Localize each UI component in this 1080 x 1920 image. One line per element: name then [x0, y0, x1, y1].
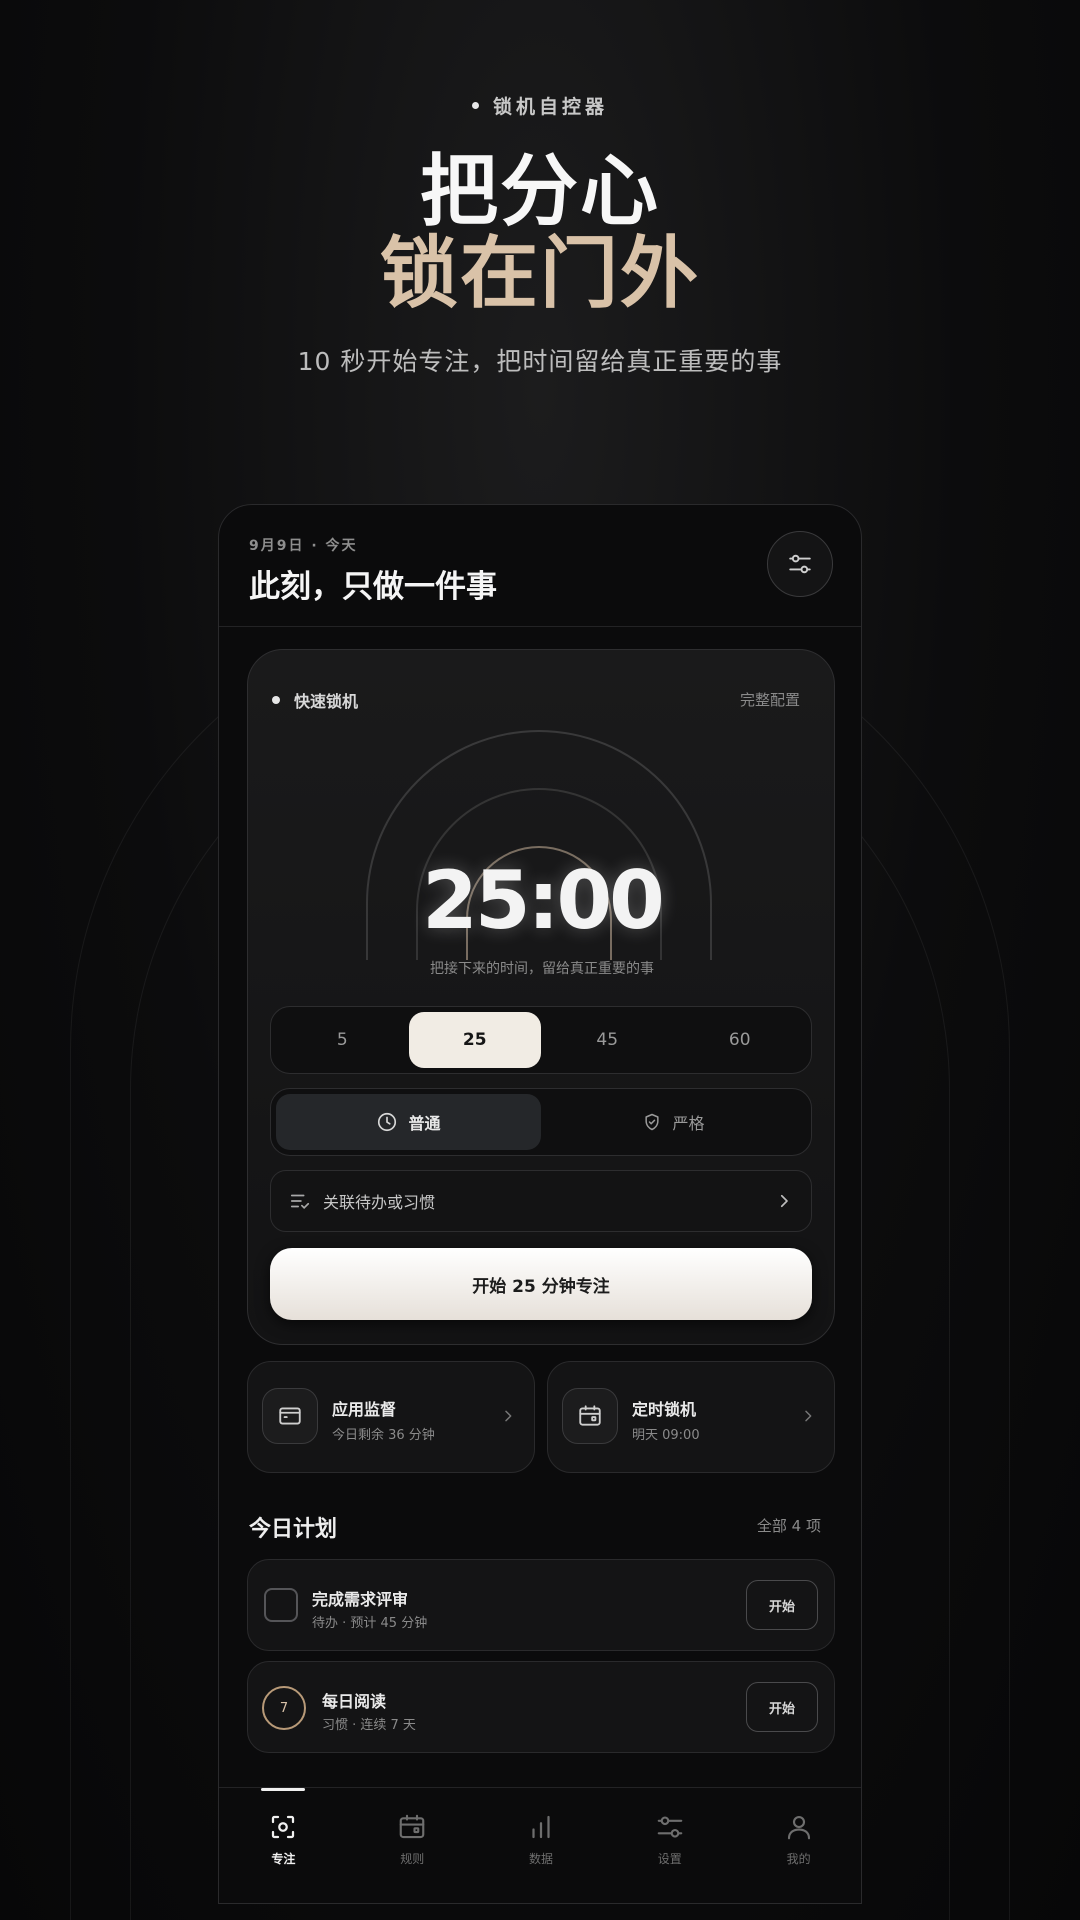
plan-view-all-link[interactable]: 全部 4 项 — [757, 1515, 821, 1536]
hero-badge: 锁机自控器 — [0, 92, 1080, 119]
mode-normal[interactable]: 普通 — [276, 1094, 541, 1150]
task-item: 完成需求评审 待办 · 预计 45 分钟 开始 — [247, 1559, 835, 1651]
tab-active-indicator — [261, 1788, 305, 1791]
sliders-icon — [789, 554, 811, 574]
quick-lock-label: 快速锁机 — [294, 692, 359, 711]
habit-start-button[interactable]: 开始 — [746, 1682, 818, 1732]
duration-option-60[interactable]: 60 — [674, 1012, 807, 1068]
duration-option-45[interactable]: 45 — [541, 1012, 674, 1068]
app-monitor-icon-box — [262, 1388, 318, 1444]
timer-display: 25:00 — [422, 854, 665, 947]
hero-title-line1: 把分心 — [419, 147, 660, 237]
plan-section-title: 今日计划 — [249, 1517, 338, 1542]
duration-selector: 5 25 45 60 — [270, 1006, 812, 1074]
habit-title: 每日阅读 — [322, 1692, 387, 1711]
scheduled-lock-subtitle: 明天 09:00 — [632, 1428, 700, 1443]
status-dot-icon — [272, 696, 280, 704]
duration-option-25[interactable]: 25 — [408, 1012, 541, 1068]
checklist-icon — [290, 1194, 310, 1210]
app-monitor-card[interactable]: 应用监督 今日剩余 36 分钟 — [247, 1361, 535, 1473]
scheduled-lock-icon-box — [562, 1388, 618, 1444]
chevron-right-icon — [505, 1410, 512, 1422]
hero-subtitle: 10 秒开始专注，把时间留给真正重要的事 — [297, 347, 783, 376]
scheduled-lock-card[interactable]: 定时锁机 明天 09:00 — [547, 1361, 835, 1473]
tab-rules[interactable]: 规则 — [348, 1788, 477, 1903]
mode-strict-label: 严格 — [672, 1114, 705, 1133]
duration-option-5[interactable]: 5 — [276, 1012, 409, 1068]
bar-chart-icon — [532, 1815, 550, 1839]
habit-subtitle: 习惯 · 连续 7 天 — [322, 1718, 416, 1733]
tab-profile[interactable]: 我的 — [734, 1788, 861, 1903]
scheduled-lock-title: 定时锁机 — [632, 1400, 697, 1419]
hero-badge-label: 锁机自控器 — [492, 96, 608, 118]
filter-button[interactable] — [767, 531, 833, 597]
tab-profile-label: 我的 — [786, 1852, 811, 1866]
habit-item: 7 每日阅读 习惯 · 连续 7 天 开始 — [247, 1661, 835, 1753]
page: 锁机自控器 把分心 锁在门外 10 秒开始专注，把时间留给真正重要的事 9月9日… — [0, 0, 1080, 1920]
clock-icon — [378, 1112, 397, 1132]
link-todo-row[interactable]: 关联待办或习惯 — [270, 1170, 812, 1232]
hero-title-line2: 锁在门外 — [379, 229, 700, 319]
phone-frame: 9月9日 · 今天 此刻，只做一件事 快速锁机 完整配置 25:00 把接下来的… — [218, 504, 862, 1904]
mode-strict[interactable]: 严格 — [541, 1094, 806, 1150]
tab-rules-label: 规则 — [400, 1852, 425, 1866]
task-checkbox[interactable] — [264, 1588, 298, 1622]
calendar-icon — [399, 1814, 425, 1839]
screen-header: 9月9日 · 今天 此刻，只做一件事 — [219, 505, 861, 627]
task-start-button[interactable]: 开始 — [746, 1580, 818, 1630]
start-focus-button[interactable]: 开始 25 分钟专注 — [270, 1248, 812, 1320]
app-monitor-subtitle: 今日剩余 36 分钟 — [332, 1428, 435, 1443]
timer-caption: 把接下来的时间，留给真正重要的事 — [430, 961, 654, 977]
link-todo-label: 关联待办或习惯 — [323, 1193, 436, 1212]
bottom-tab-bar: 专注 规则 数据 设置 我的 — [219, 1787, 861, 1903]
tab-settings-label: 设置 — [657, 1852, 682, 1866]
tab-focus-label: 专注 — [271, 1852, 296, 1866]
chevron-right-icon — [780, 1194, 788, 1208]
shield-icon — [645, 1113, 660, 1131]
date-label: 9月9日 · 今天 — [249, 538, 358, 554]
focus-icon — [272, 1815, 295, 1839]
calendar-icon — [579, 1405, 601, 1426]
app-window-icon — [279, 1407, 301, 1425]
badge-dot-icon — [471, 102, 479, 109]
mode-selector: 普通 严格 — [270, 1088, 812, 1156]
task-subtitle: 待办 · 预计 45 分钟 — [312, 1616, 428, 1631]
app-monitor-title: 应用监督 — [332, 1400, 397, 1419]
tab-settings[interactable]: 设置 — [605, 1788, 734, 1903]
tab-data[interactable]: 数据 — [477, 1788, 606, 1903]
tab-data-label: 数据 — [528, 1852, 553, 1866]
full-config-link[interactable]: 完整配置 — [740, 689, 800, 710]
habit-streak-badge: 7 — [262, 1686, 306, 1730]
tab-focus[interactable]: 专注 — [219, 1788, 348, 1903]
chevron-right-icon — [805, 1410, 812, 1422]
task-title: 完成需求评审 — [312, 1590, 409, 1609]
user-icon — [787, 1815, 810, 1840]
quick-lock-card: 快速锁机 完整配置 25:00 把接下来的时间，留给真正重要的事 5 25 45… — [247, 649, 835, 1345]
sliders-icon — [657, 1816, 683, 1838]
mode-normal-label: 普通 — [408, 1114, 441, 1133]
screen-title: 此刻，只做一件事 — [249, 569, 497, 605]
